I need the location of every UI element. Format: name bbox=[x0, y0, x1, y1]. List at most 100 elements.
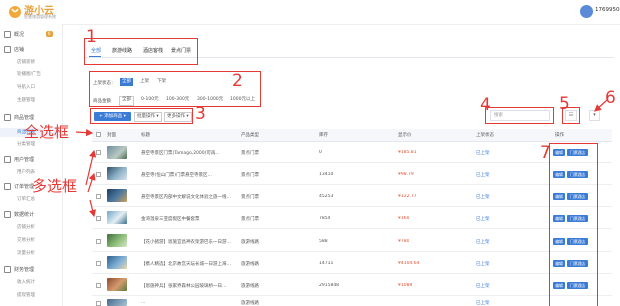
product-title[interactable]: 悬空寺景区门票(Tamago,2000)可再… bbox=[141, 150, 237, 156]
sidebar-item-label: 财务管理 bbox=[14, 267, 35, 273]
sidebar-item-label: 商品管理 bbox=[14, 115, 35, 121]
row-checkbox[interactable] bbox=[96, 150, 101, 155]
row-divider bbox=[92, 251, 612, 252]
sidebar-subitem-category[interactable]: 分类管理 bbox=[17, 141, 35, 147]
product-type: 旅游线路 bbox=[241, 284, 259, 289]
product-stock: 14711 bbox=[319, 261, 334, 266]
column-header-title[interactable]: 标题 bbox=[141, 132, 150, 138]
sidebar-subitem-income[interactable]: 收入统计 bbox=[17, 279, 35, 285]
user-phone[interactable]: 176995066 bbox=[595, 7, 620, 13]
arrow-select-all bbox=[75, 129, 94, 137]
product-status[interactable]: 已上架 bbox=[476, 283, 490, 289]
sidebar-item-finance[interactable]: 财务管理 bbox=[4, 266, 34, 273]
product-thumbnail bbox=[107, 211, 127, 224]
product-thumbnail bbox=[107, 234, 127, 247]
row-divider bbox=[92, 295, 612, 296]
row-checkbox[interactable] bbox=[96, 172, 101, 177]
product-price: ¥160 bbox=[398, 216, 410, 221]
product-title[interactable]: … bbox=[141, 300, 237, 305]
product-title[interactable]: 【花小猪游】恩施宜昌神农架游巴东一日游… bbox=[141, 239, 237, 245]
product-stock: 0 bbox=[319, 150, 322, 155]
sidebar-item-shop[interactable]: 店铺 bbox=[4, 46, 24, 53]
sidebar-subitem-trade-analysis[interactable]: 交易分析 bbox=[17, 237, 35, 243]
product-type: 景点门票 bbox=[241, 173, 259, 178]
sidebar-item-orders[interactable]: 订单管理 bbox=[4, 183, 34, 190]
column-header-stock[interactable]: 库存 bbox=[319, 132, 328, 138]
sidebar: 概况 6 店铺 店铺装修 轮播图/广告 导航入口 主题管理 商品管理 商品列表 … bbox=[0, 24, 63, 306]
product-status[interactable]: 已上架 bbox=[476, 261, 490, 267]
sidebar-subitem-banner[interactable]: 轮播图/广告 bbox=[17, 71, 41, 77]
column-header-status[interactable]: 上架状态 bbox=[476, 132, 494, 138]
sidebar-item-overview[interactable]: 概况 bbox=[4, 31, 24, 38]
sidebar-subitem-shop-decor[interactable]: 店铺装修 bbox=[17, 59, 35, 65]
sidebar-subitem-user-list[interactable]: 用户列表 bbox=[17, 169, 35, 175]
row-divider bbox=[92, 273, 612, 274]
row-checkbox[interactable] bbox=[96, 216, 101, 221]
column-settings-button[interactable]: ▾ bbox=[589, 110, 600, 121]
sidebar-subitem-shop-analysis[interactable]: 店铺分析 bbox=[17, 224, 35, 230]
product-title[interactable]: 金湾温泉三亚度假区中餐套票 bbox=[141, 216, 237, 222]
product-price: ¥780 bbox=[398, 239, 410, 244]
product-title[interactable]: 【恩施神兵】张家界森林公园玻璃桥一日… bbox=[141, 283, 237, 289]
product-status[interactable]: 已上架 bbox=[476, 172, 490, 178]
shop-icon bbox=[4, 46, 11, 53]
product-price: ¥185.81 bbox=[398, 150, 417, 155]
product-type: 景点门票 bbox=[241, 195, 259, 200]
product-title[interactable]: 悬空寺(恒山门票)门票悬空寺景区… bbox=[141, 172, 237, 178]
annotation-box-actions bbox=[549, 143, 598, 306]
product-price: ¥98.79 bbox=[398, 172, 414, 177]
row-divider bbox=[92, 184, 612, 185]
sidebar-subitem-traffic-analysis[interactable]: 流量分析 bbox=[17, 250, 35, 256]
annotation-number-1: 1 bbox=[86, 27, 97, 47]
product-stock: 45253 bbox=[319, 194, 334, 199]
sidebar-item-label: 概况 bbox=[14, 32, 25, 38]
box-icon bbox=[4, 114, 11, 121]
sidebar-subitem-theme[interactable]: 主题管理 bbox=[17, 97, 35, 103]
product-thumbnail bbox=[107, 299, 127, 306]
row-divider bbox=[92, 228, 612, 229]
table-header bbox=[92, 129, 612, 142]
sidebar-subitem-nav-entry[interactable]: 导航入口 bbox=[17, 84, 35, 90]
sidebar-item-users[interactable]: 用户管理 bbox=[4, 156, 34, 163]
sidebar-subitem-withdraw[interactable]: 提现管理 bbox=[17, 292, 35, 298]
sidebar-item-label: 用户管理 bbox=[14, 157, 35, 163]
product-thumbnail bbox=[107, 146, 127, 159]
product-stock: 7854 bbox=[319, 216, 331, 221]
product-status[interactable]: 已上架 bbox=[476, 194, 490, 200]
product-title[interactable]: 悬空寺景区内部中文解说文化体验之旅一线… bbox=[141, 194, 237, 200]
product-thumbnail bbox=[107, 278, 127, 291]
product-status[interactable]: 已上架 bbox=[476, 300, 490, 306]
column-header-type[interactable]: 产品类型 bbox=[241, 132, 259, 138]
sidebar-subitem-order-summary[interactable]: 订单汇总 bbox=[17, 196, 35, 202]
product-status[interactable]: 已上架 bbox=[476, 216, 490, 222]
annotation-select-all: 全选框 bbox=[24, 123, 70, 141]
avatar[interactable] bbox=[580, 5, 593, 18]
sidebar-item-products[interactable]: 商品管理 bbox=[4, 114, 34, 121]
logo-subtitle: 智慧旅游管理系统 bbox=[24, 14, 56, 19]
row-checkbox[interactable] bbox=[96, 261, 101, 266]
product-status[interactable]: 已上架 bbox=[476, 239, 490, 245]
product-type: 旅游线路 bbox=[241, 301, 259, 306]
product-title[interactable]: 【携人精选】北京故宫天坛长城一日游上海… bbox=[141, 261, 237, 267]
annotation-box-search bbox=[485, 107, 554, 124]
product-stock: 588 bbox=[319, 239, 328, 244]
row-checkbox[interactable] bbox=[96, 194, 101, 199]
row-checkbox[interactable] bbox=[96, 283, 101, 288]
column-header-actions[interactable]: 操作 bbox=[555, 132, 564, 138]
logo-icon bbox=[9, 6, 21, 18]
arrow-multi-select-3 bbox=[89, 199, 97, 218]
row-checkbox[interactable] bbox=[96, 301, 101, 306]
annotation-number-2: 2 bbox=[232, 71, 243, 91]
annotation-box-toolbar bbox=[90, 108, 193, 124]
arrow-multi-select-2 bbox=[87, 172, 96, 193]
row-divider bbox=[92, 162, 612, 163]
column-header-cover[interactable]: 封面 bbox=[107, 132, 116, 138]
row-checkbox[interactable] bbox=[96, 239, 101, 244]
select-all-checkbox[interactable] bbox=[96, 132, 101, 137]
annotation-number-6: 6 bbox=[605, 88, 616, 108]
product-status[interactable]: 已上架 bbox=[476, 150, 490, 156]
column-header-price[interactable]: 显示价 bbox=[398, 132, 412, 138]
top-bar: 游小云 智慧旅游管理系统 176995066 bbox=[0, 0, 620, 25]
product-thumbnail bbox=[107, 189, 127, 202]
sidebar-item-stats[interactable]: 数据统计 bbox=[4, 211, 34, 218]
